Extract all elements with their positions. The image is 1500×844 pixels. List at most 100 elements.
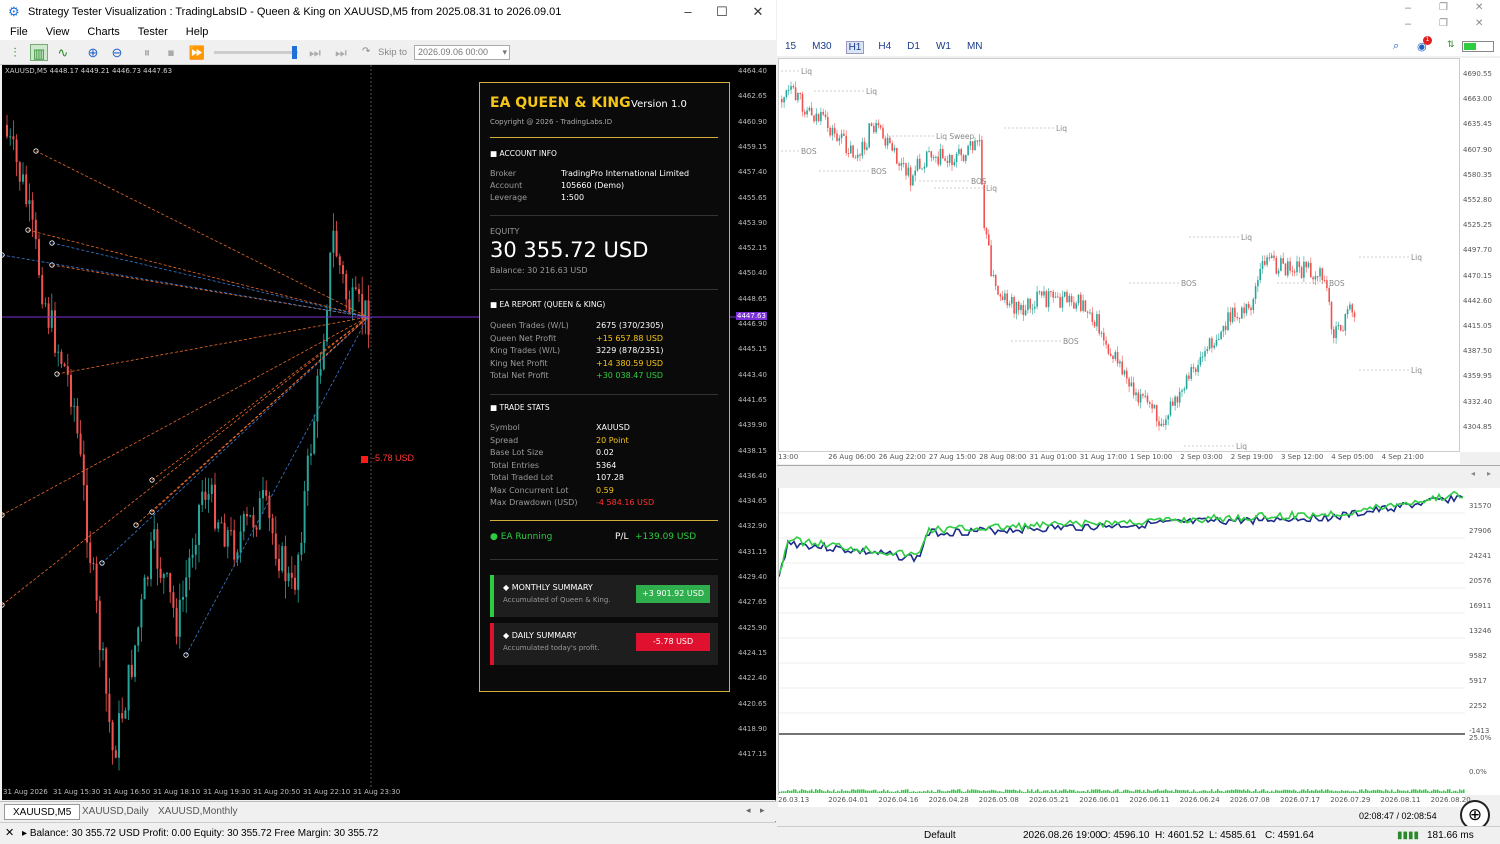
equity-tick-label: 16911	[1469, 602, 1492, 610]
time-tick-label: 28 Aug 08:00	[979, 453, 1027, 461]
margin-bar	[1093, 789, 1095, 793]
equity-time-label: 2026.04.16	[878, 796, 919, 804]
margin-bar	[947, 790, 949, 793]
equity-tick-label: 2252	[1469, 702, 1487, 710]
margin-bar	[1301, 789, 1303, 793]
candle-body	[1241, 307, 1243, 319]
minimize-button[interactable]: –	[1405, 2, 1411, 14]
restore-button[interactable]: ❐	[1439, 18, 1448, 29]
tab-scroll-right-icon[interactable]: ▸	[760, 805, 765, 816]
menu-file[interactable]: File	[10, 26, 28, 38]
candle-body	[338, 256, 341, 266]
line-chart-icon[interactable]: ∿	[54, 44, 72, 61]
margin-bar	[923, 790, 925, 793]
pause-icon[interactable]: ⏸	[138, 44, 156, 61]
candle-body	[1231, 307, 1234, 322]
margin-bar	[1179, 790, 1181, 793]
equity-time-label: 26.03.13	[778, 796, 810, 804]
skip-to-date-input[interactable]: 2026.09.06 00:00 ▾	[414, 45, 510, 60]
margin-bar	[1329, 790, 1331, 793]
timeframe-d1[interactable]: D1	[905, 41, 922, 54]
speed-slider[interactable]	[214, 46, 298, 59]
equity-chart[interactable]	[778, 488, 1465, 795]
zoom-out-icon[interactable]: ⊖	[108, 44, 126, 61]
margin-bar	[829, 791, 831, 793]
margin-bar	[973, 789, 975, 793]
equity-time-label: 2026.06.11	[1129, 796, 1170, 804]
margin-bar	[851, 789, 853, 793]
margin-bar	[1121, 791, 1123, 793]
minimize-button[interactable]: –	[670, 0, 706, 24]
close-button[interactable]: ✕	[1475, 2, 1483, 13]
margin-bar	[1451, 791, 1453, 793]
speed-icon[interactable]: ⏩	[188, 44, 206, 61]
close-button[interactable]: ✕	[740, 0, 776, 24]
menu-tester[interactable]: Tester	[138, 26, 168, 38]
menu-help[interactable]: Help	[186, 26, 209, 38]
margin-bar	[899, 791, 901, 793]
candle-body	[905, 163, 907, 176]
margin-bar	[1071, 790, 1073, 793]
candle-body	[28, 200, 31, 205]
maximize-button[interactable]: ☐	[704, 0, 740, 24]
timeframe-15[interactable]: 15	[783, 41, 798, 54]
signal-icon[interactable]: ⇅	[1445, 39, 1457, 50]
candle-body	[1119, 361, 1121, 364]
margin-bar	[1219, 790, 1221, 793]
minimize-button[interactable]: –	[1405, 18, 1411, 30]
candle-body	[939, 148, 942, 165]
step-forward-icon[interactable]: ⏭	[306, 44, 324, 61]
close-button[interactable]: ✕	[1475, 18, 1483, 29]
candle-body	[1130, 382, 1133, 387]
margin-bar	[1091, 789, 1093, 793]
timeframe-w1[interactable]: W1	[934, 41, 953, 54]
margin-bar	[949, 790, 951, 793]
tab-xauusd-daily[interactable]: XAUUSD,Daily	[74, 804, 157, 820]
margin-bar	[843, 791, 845, 793]
margin-bar	[1045, 790, 1047, 793]
margin-bar	[1251, 791, 1253, 793]
menu-view[interactable]: View	[46, 26, 70, 38]
candle-body	[1238, 317, 1241, 319]
candle-chart-icon[interactable]: ▥	[30, 44, 48, 61]
restore-button[interactable]: ❐	[1439, 2, 1448, 13]
pl-label: P/L	[615, 532, 629, 542]
margin-bar	[1027, 789, 1029, 793]
candle-body	[9, 136, 12, 138]
timeframe-h4[interactable]: H4	[876, 41, 893, 54]
bar-chart-icon[interactable]: ⫶	[6, 44, 24, 61]
timeframe-m30[interactable]: M30	[810, 41, 833, 54]
margin-bar	[1193, 789, 1195, 793]
stat-label: Spread	[490, 435, 519, 445]
margin-bar	[1075, 791, 1077, 793]
menu-charts[interactable]: Charts	[87, 26, 119, 38]
chevron-left-icon[interactable]: ◂	[1471, 469, 1475, 478]
divider	[490, 394, 718, 395]
panel-divider[interactable]: ◂ ▸	[777, 465, 1500, 485]
close-icon[interactable]: ✕	[5, 823, 14, 844]
chevron-right-icon[interactable]: ▸	[1487, 469, 1491, 478]
tab-scroll-left-icon[interactable]: ◂	[746, 805, 751, 816]
price-tick-label: 4432.90	[738, 522, 767, 531]
margin-bar	[989, 790, 991, 793]
timeframe-mn[interactable]: MN	[965, 41, 985, 54]
zoom-in-icon[interactable]: ⊕	[84, 44, 102, 61]
search-icon[interactable]: ⌕	[1391, 40, 1401, 53]
candle-body	[948, 154, 951, 163]
candle-body	[1027, 298, 1029, 311]
candle-body	[271, 518, 274, 534]
tab-xauusd-monthly[interactable]: XAUUSD,Monthly	[150, 804, 245, 820]
tab-xauusd-m5[interactable]: XAUUSD,M5	[4, 804, 81, 820]
candle-body	[1153, 404, 1156, 409]
margin-bar	[911, 791, 913, 793]
timeframe-h1[interactable]: H1	[845, 40, 865, 54]
slider-thumb[interactable]	[292, 46, 297, 59]
margin-bar	[969, 790, 971, 793]
annotation-label: Liq	[1056, 124, 1067, 133]
skip-end-icon[interactable]: ⏭	[332, 44, 350, 61]
h1-price-chart[interactable]: Liq Liq Liq Liq Sweep BOS BOS BOS Liq BOS BOS Liq L…	[778, 58, 1460, 452]
candle-body	[22, 174, 24, 182]
margin-bar	[1243, 789, 1245, 793]
stop-icon[interactable]: ⏹	[162, 44, 180, 61]
margin-bar	[833, 789, 835, 793]
